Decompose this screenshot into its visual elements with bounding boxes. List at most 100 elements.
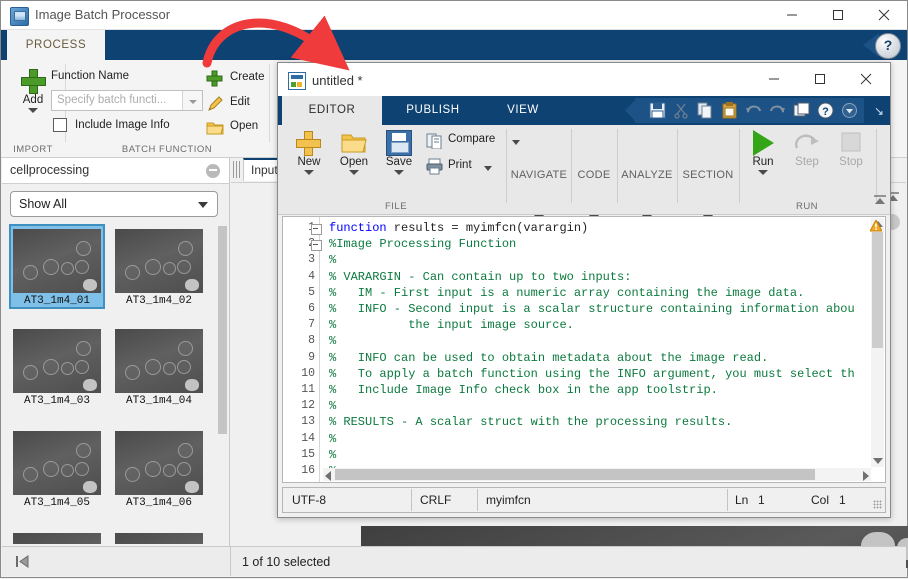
list-item[interactable]: AT3_1m4_01 [9, 224, 105, 309]
tab-process[interactable]: PROCESS [7, 30, 105, 60]
list-item[interactable]: AT3_1m4_02 [111, 226, 207, 307]
encoding-field: UTF-8 [284, 489, 412, 511]
session-name: cellprocessing [10, 163, 89, 177]
new-button-label: New [297, 156, 320, 168]
filter-dropdown[interactable]: Show All [10, 191, 218, 217]
editor-close-button[interactable] [843, 63, 889, 95]
open-button[interactable]: Open [332, 130, 376, 175]
list-item[interactable] [9, 530, 105, 544]
section-group[interactable]: SECTION [679, 169, 737, 221]
resize-grip[interactable] [873, 500, 882, 509]
code-line: % [329, 253, 336, 267]
list-item[interactable]: AT3_1m4_05 [9, 428, 105, 509]
save-icon[interactable] [649, 102, 666, 119]
editor-maximize-button[interactable] [797, 63, 843, 95]
code-horizontal-scrollbar[interactable] [323, 468, 871, 481]
print-label: Print [448, 159, 472, 171]
scrollbar-thumb[interactable] [872, 232, 883, 348]
code-vertical-scrollbar[interactable] [871, 218, 884, 467]
add-button[interactable]: Add [9, 68, 57, 113]
code-line: % [329, 399, 336, 413]
paste-icon[interactable] [721, 102, 738, 119]
chevron-down-icon[interactable] [512, 140, 520, 145]
tab-editor[interactable]: EDITOR [282, 96, 382, 125]
save-disk-icon [385, 130, 413, 156]
chevron-down-icon[interactable] [349, 170, 359, 175]
code-editor[interactable]: 12345678910111213141516 function results… [282, 216, 886, 483]
batch-function-combo[interactable]: Specify batch functi... [51, 90, 203, 111]
chevron-down-icon[interactable] [394, 170, 404, 175]
dropdown-icon[interactable] [841, 102, 858, 119]
code-fold-toggle[interactable] [311, 224, 322, 235]
stop-button[interactable]: Stop [830, 130, 872, 168]
minimize-button[interactable] [769, 1, 815, 29]
run-button[interactable]: Run [742, 130, 784, 175]
code-line: % IM - First input is a numeric array co… [329, 286, 804, 300]
chevron-down-icon[interactable] [758, 170, 768, 175]
code-line: % VARARGIN - Can contain up to two input… [329, 270, 631, 284]
close-session-icon[interactable] [206, 164, 220, 178]
list-item[interactable]: AT3_1m4_03 [9, 326, 105, 407]
code-group[interactable]: CODE [573, 169, 615, 221]
thumbnail-image [115, 431, 203, 495]
new-file-icon [295, 130, 323, 156]
help-icon[interactable]: ? [817, 102, 834, 119]
ribbon-divider [506, 129, 507, 203]
thumbnail-image [13, 229, 101, 293]
code-line: %Image Processing Function [329, 237, 516, 251]
code-text-area[interactable]: function results = myimfcn(varargin)%Ima… [323, 217, 855, 482]
thumbnail-image [13, 329, 101, 393]
status-bar: 1 of 10 selected [2, 546, 906, 576]
undo-icon[interactable] [745, 102, 762, 119]
code-fold-toggle[interactable] [311, 240, 322, 251]
step-button[interactable]: Step [786, 130, 828, 168]
tab-publish[interactable]: PUBLISH [390, 96, 476, 125]
gallery-scrollbar[interactable] [217, 224, 228, 544]
line-number: 13 [301, 415, 315, 428]
chevron-down-icon[interactable] [182, 91, 202, 110]
cut-icon[interactable] [673, 102, 690, 119]
code-line: % [329, 448, 336, 462]
maximize-button[interactable] [815, 1, 861, 29]
scroll-down-icon[interactable] [873, 458, 883, 464]
include-image-info-checkbox[interactable] [53, 118, 67, 132]
warning-icon[interactable] [870, 220, 881, 231]
session-name-bar: cellprocessing [2, 158, 229, 184]
chevron-down-icon[interactable] [304, 170, 314, 175]
editor-minimize-button[interactable] [751, 63, 797, 95]
navigate-group[interactable]: NAVIGATE [508, 169, 570, 221]
collapse-ribbon-icon[interactable] [873, 193, 887, 210]
expand-ribbon-icon[interactable]: ↘ [874, 104, 884, 118]
edit-button-label: Edit [230, 96, 250, 108]
chevron-down-icon[interactable] [28, 108, 38, 113]
scroll-left-icon[interactable] [325, 471, 331, 481]
window-icon[interactable] [793, 102, 810, 119]
code-line: % RESULTS - A scalar struct with the pro… [329, 415, 732, 429]
tab-view[interactable]: VIEW [490, 96, 556, 125]
close-button[interactable] [861, 1, 907, 29]
analyze-group[interactable]: ANALYZE [619, 169, 675, 221]
line-number: 16 [301, 464, 315, 477]
redo-icon[interactable] [769, 102, 786, 119]
scrollbar-thumb[interactable] [335, 469, 815, 480]
list-item[interactable]: AT3_1m4_06 [111, 428, 207, 509]
function-name-field: myimfcn [478, 489, 728, 511]
editor-title-bar: untitled * [278, 63, 890, 96]
stop-button-label: Stop [839, 156, 863, 168]
green-plus-icon [206, 70, 224, 88]
chevron-down-icon[interactable] [484, 166, 492, 171]
new-button[interactable]: New [288, 130, 330, 175]
line-number: 9 [308, 351, 315, 364]
list-item[interactable]: AT3_1m4_04 [111, 326, 207, 407]
drag-handle-icon[interactable] [233, 161, 240, 178]
save-button[interactable]: Save [378, 130, 420, 175]
scrollbar-thumb[interactable] [218, 226, 227, 434]
app-logo-icon [10, 7, 29, 26]
code-label: CODE [578, 169, 611, 181]
list-item[interactable] [111, 530, 207, 544]
go-to-first-icon[interactable] [16, 555, 29, 568]
help-icon[interactable]: ? [875, 33, 901, 59]
scroll-right-icon[interactable] [863, 471, 869, 481]
line-number: 11 [301, 383, 315, 396]
copy-icon[interactable] [697, 102, 714, 119]
